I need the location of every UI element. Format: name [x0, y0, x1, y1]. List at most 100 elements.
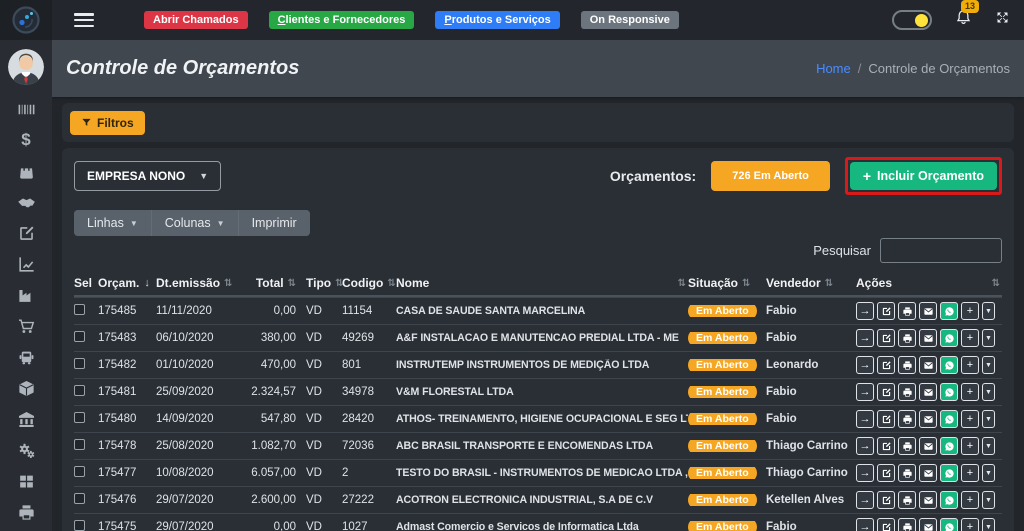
gears-icon[interactable] — [16, 440, 36, 460]
open-arrow-button[interactable]: → — [856, 518, 874, 531]
whatsapp-button[interactable] — [940, 329, 958, 347]
add-button[interactable]: + — [961, 518, 979, 531]
more-dropdown-button[interactable]: ▼ — [982, 383, 995, 401]
add-button[interactable]: + — [961, 437, 979, 455]
add-button[interactable]: + — [961, 329, 979, 347]
email-button[interactable] — [919, 356, 937, 374]
incluir-orcamento-button[interactable]: + Incluir Orçamento — [850, 162, 997, 190]
col-header-vendedor[interactable]: Vendedor⇅ — [766, 276, 856, 290]
add-button[interactable]: + — [961, 491, 979, 509]
edit-button[interactable] — [877, 383, 895, 401]
app-logo[interactable] — [0, 0, 52, 40]
print-button[interactable] — [898, 383, 916, 401]
print-button[interactable] — [898, 302, 916, 320]
open-arrow-button[interactable]: → — [856, 383, 874, 401]
company-select[interactable]: EMPRESA NONO ▼ — [74, 161, 221, 191]
open-arrow-button[interactable]: → — [856, 329, 874, 347]
open-arrow-button[interactable]: → — [856, 356, 874, 374]
open-arrow-button[interactable]: → — [856, 491, 874, 509]
email-button[interactable] — [919, 329, 937, 347]
whatsapp-button[interactable] — [940, 518, 958, 531]
whatsapp-button[interactable] — [940, 491, 958, 509]
bank-icon[interactable] — [16, 409, 36, 429]
row-checkbox[interactable] — [74, 439, 85, 450]
add-button[interactable]: + — [961, 464, 979, 482]
row-checkbox[interactable] — [74, 466, 85, 477]
grid-icon[interactable] — [16, 471, 36, 491]
row-checkbox[interactable] — [74, 520, 85, 531]
imprimir-button[interactable]: Imprimir — [238, 210, 310, 236]
col-header-situacao[interactable]: Situação⇅ — [688, 276, 766, 290]
shopping-cart-icon[interactable] — [16, 316, 36, 336]
email-button[interactable] — [919, 491, 937, 509]
col-header-orcam[interactable]: Orçam.↓ — [98, 276, 156, 290]
edit-icon[interactable] — [16, 223, 36, 243]
theme-toggle[interactable] — [892, 10, 932, 30]
whatsapp-button[interactable] — [940, 356, 958, 374]
shortcut-produtos-servicos[interactable]: Produtos e Serviços — [435, 11, 559, 29]
whatsapp-button[interactable] — [940, 302, 958, 320]
open-arrow-button[interactable]: → — [856, 464, 874, 482]
chart-line-icon[interactable] — [16, 254, 36, 274]
industry-icon[interactable] — [16, 285, 36, 305]
row-checkbox[interactable] — [74, 331, 85, 342]
more-dropdown-button[interactable]: ▼ — [982, 518, 995, 531]
more-dropdown-button[interactable]: ▼ — [982, 329, 995, 347]
add-button[interactable]: + — [961, 356, 979, 374]
print-button[interactable] — [898, 356, 916, 374]
email-button[interactable] — [919, 437, 937, 455]
dollar-icon[interactable]: $ — [16, 130, 36, 150]
row-checkbox[interactable] — [74, 358, 85, 369]
print-button[interactable] — [898, 329, 916, 347]
print-button[interactable] — [898, 464, 916, 482]
shortcut-abrir-chamados[interactable]: Abrir Chamados — [144, 11, 248, 29]
col-header-nome[interactable]: Nome⇅ — [396, 276, 688, 290]
col-header-emissao[interactable]: Dt.emissão⇅ — [156, 276, 246, 290]
shortcut-clientes-fornecedores[interactable]: Clientes e Fornecedores — [269, 11, 415, 29]
add-button[interactable]: + — [961, 383, 979, 401]
more-dropdown-button[interactable]: ▼ — [982, 437, 995, 455]
col-header-total[interactable]: Total⇅ — [246, 276, 306, 290]
search-input[interactable] — [880, 238, 1002, 263]
col-header-acoes[interactable]: Ações⇅ — [856, 276, 1002, 290]
whatsapp-button[interactable] — [940, 383, 958, 401]
print-button[interactable] — [898, 410, 916, 428]
edit-button[interactable] — [877, 356, 895, 374]
add-button[interactable]: + — [961, 302, 979, 320]
col-header-tipo[interactable]: Tipo⇅ — [306, 276, 342, 290]
more-dropdown-button[interactable]: ▼ — [982, 491, 995, 509]
open-arrow-button[interactable]: → — [856, 410, 874, 428]
edit-button[interactable] — [877, 329, 895, 347]
col-header-codigo[interactable]: Codigo⇅ — [342, 276, 396, 290]
more-dropdown-button[interactable]: ▼ — [982, 356, 995, 374]
edit-button[interactable] — [877, 491, 895, 509]
whatsapp-button[interactable] — [940, 410, 958, 428]
edit-button[interactable] — [877, 518, 895, 531]
more-dropdown-button[interactable]: ▼ — [982, 464, 995, 482]
shortcut-on-responsive[interactable]: On Responsive — [581, 11, 679, 29]
barcode-icon[interactable] — [16, 99, 36, 119]
breadcrumb-home-link[interactable]: Home — [816, 61, 851, 76]
fullscreen-button[interactable] — [995, 10, 1010, 30]
open-arrow-button[interactable]: → — [856, 437, 874, 455]
open-arrow-button[interactable]: → — [856, 302, 874, 320]
print-button[interactable] — [898, 518, 916, 531]
email-button[interactable] — [919, 464, 937, 482]
notifications-button[interactable]: 13 — [954, 8, 973, 32]
whatsapp-button[interactable] — [940, 464, 958, 482]
email-button[interactable] — [919, 383, 937, 401]
row-checkbox[interactable] — [74, 493, 85, 504]
edit-button[interactable] — [877, 302, 895, 320]
package-icon[interactable] — [16, 378, 36, 398]
row-checkbox[interactable] — [74, 304, 85, 315]
edit-button[interactable] — [877, 437, 895, 455]
shopping-bag-icon[interactable] — [16, 161, 36, 181]
colunas-dropdown[interactable]: Colunas▼ — [151, 210, 238, 236]
menu-toggle-icon[interactable] — [74, 13, 94, 27]
email-button[interactable] — [919, 518, 937, 531]
handshake-icon[interactable] — [16, 192, 36, 212]
add-button[interactable]: + — [961, 410, 979, 428]
user-avatar[interactable] — [8, 49, 44, 85]
row-checkbox[interactable] — [74, 385, 85, 396]
email-button[interactable] — [919, 302, 937, 320]
